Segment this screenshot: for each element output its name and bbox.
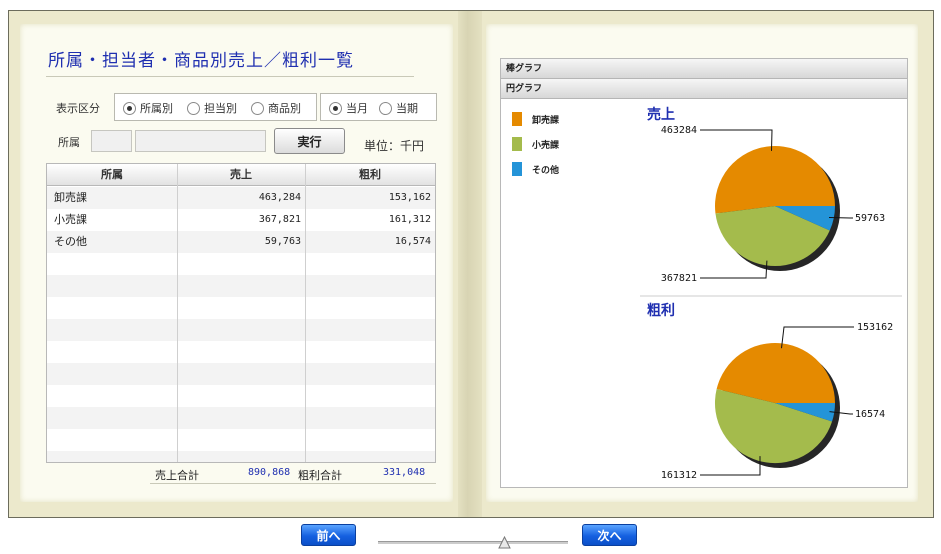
empty-row (47, 319, 435, 341)
table-row[interactable]: その他 59,763 16,574 (47, 231, 435, 253)
empty-row (47, 297, 435, 319)
page-slider-track[interactable] (378, 541, 568, 544)
data-label: 153162 (857, 322, 893, 333)
table-row[interactable]: 卸売課 463,284 153,162 (47, 187, 435, 209)
empty-row (47, 407, 435, 429)
unit-label: 単位：千円 (364, 139, 425, 153)
radio-dot-icon (379, 101, 392, 115)
next-button[interactable]: 次へ (582, 524, 637, 546)
legend-item-wholesale: 卸売課 (512, 112, 559, 126)
radio-by-product[interactable]: 商品別 (251, 100, 301, 116)
radio-current-month[interactable]: 当月 (329, 100, 368, 116)
sales-pie-chart: 463284 367821 59763 (661, 125, 885, 284)
header-affiliation[interactable]: 所属 (47, 164, 177, 186)
empty-row (47, 429, 435, 451)
data-label: 161312 (661, 470, 697, 481)
data-label: 367821 (661, 273, 697, 284)
sales-total-label: 売上合計 (155, 469, 199, 482)
radio-dot-icon (251, 101, 264, 115)
page-slider-thumb-icon[interactable] (498, 536, 511, 549)
data-label: 16574 (855, 409, 885, 420)
empty-row (47, 341, 435, 363)
prev-button[interactable]: 前へ (301, 524, 356, 546)
bar-chart-accordion[interactable]: 棒グラフ (501, 59, 907, 79)
empty-row (47, 451, 435, 462)
affiliation-label: 所属 (58, 136, 80, 149)
chart-separator (640, 295, 902, 297)
empty-row (47, 275, 435, 297)
empty-row (47, 363, 435, 385)
radio-current-term[interactable]: 当期 (379, 100, 418, 116)
run-button[interactable]: 実行 (274, 128, 345, 154)
legend-swatch (512, 112, 522, 126)
page-title: 所属・担当者・商品別売上／粗利一覧 (48, 51, 354, 71)
table-header: 所属 売上 粗利 (47, 164, 435, 186)
sales-table: 所属 売上 粗利 卸売課 463,284 153,162 小売課 367,821… (46, 163, 436, 463)
header-profit[interactable]: 粗利 (305, 164, 435, 186)
legend-item-retail: 小売課 (512, 137, 559, 151)
leader-line (781, 326, 854, 349)
leader-line (828, 217, 853, 219)
profit-pie-chart: 153162 161312 16574 (661, 322, 893, 481)
radio-dot-icon (123, 101, 136, 115)
pie-chart-accordion[interactable]: 円グラフ (501, 79, 907, 99)
table-row[interactable]: 小売課 367,821 161,312 (47, 209, 435, 231)
column-divider (177, 164, 178, 462)
display-division-label: 表示区分 (56, 102, 100, 115)
empty-row (47, 385, 435, 407)
radio-dot-icon (187, 101, 200, 115)
group-by-radio-group: 所属別 担当別 商品別 (114, 93, 317, 121)
radio-by-affiliation[interactable]: 所属別 (123, 100, 173, 116)
empty-row (47, 253, 435, 275)
profit-total-value: 331,048 (383, 467, 426, 478)
legend-item-other: その他 (512, 162, 559, 176)
title-divider (46, 76, 414, 77)
affiliation-code-input[interactable] (91, 130, 132, 152)
totals-divider (150, 483, 436, 484)
radio-by-staff[interactable]: 担当別 (187, 100, 237, 116)
affiliation-name-input[interactable] (135, 130, 266, 152)
column-divider (305, 164, 306, 462)
legend-swatch (512, 162, 522, 176)
book-spine (458, 11, 482, 517)
legend-swatch (512, 137, 522, 151)
sales-total-value: 890,868 (248, 467, 291, 478)
data-label: 59763 (855, 213, 885, 224)
header-sales[interactable]: 売上 (177, 164, 305, 186)
profit-total-label: 粗利合計 (298, 469, 342, 482)
radio-dot-icon (329, 101, 342, 115)
pie-slice[interactable] (715, 146, 835, 214)
data-label: 463284 (661, 125, 697, 136)
period-radio-group: 当月 当期 (320, 93, 437, 121)
